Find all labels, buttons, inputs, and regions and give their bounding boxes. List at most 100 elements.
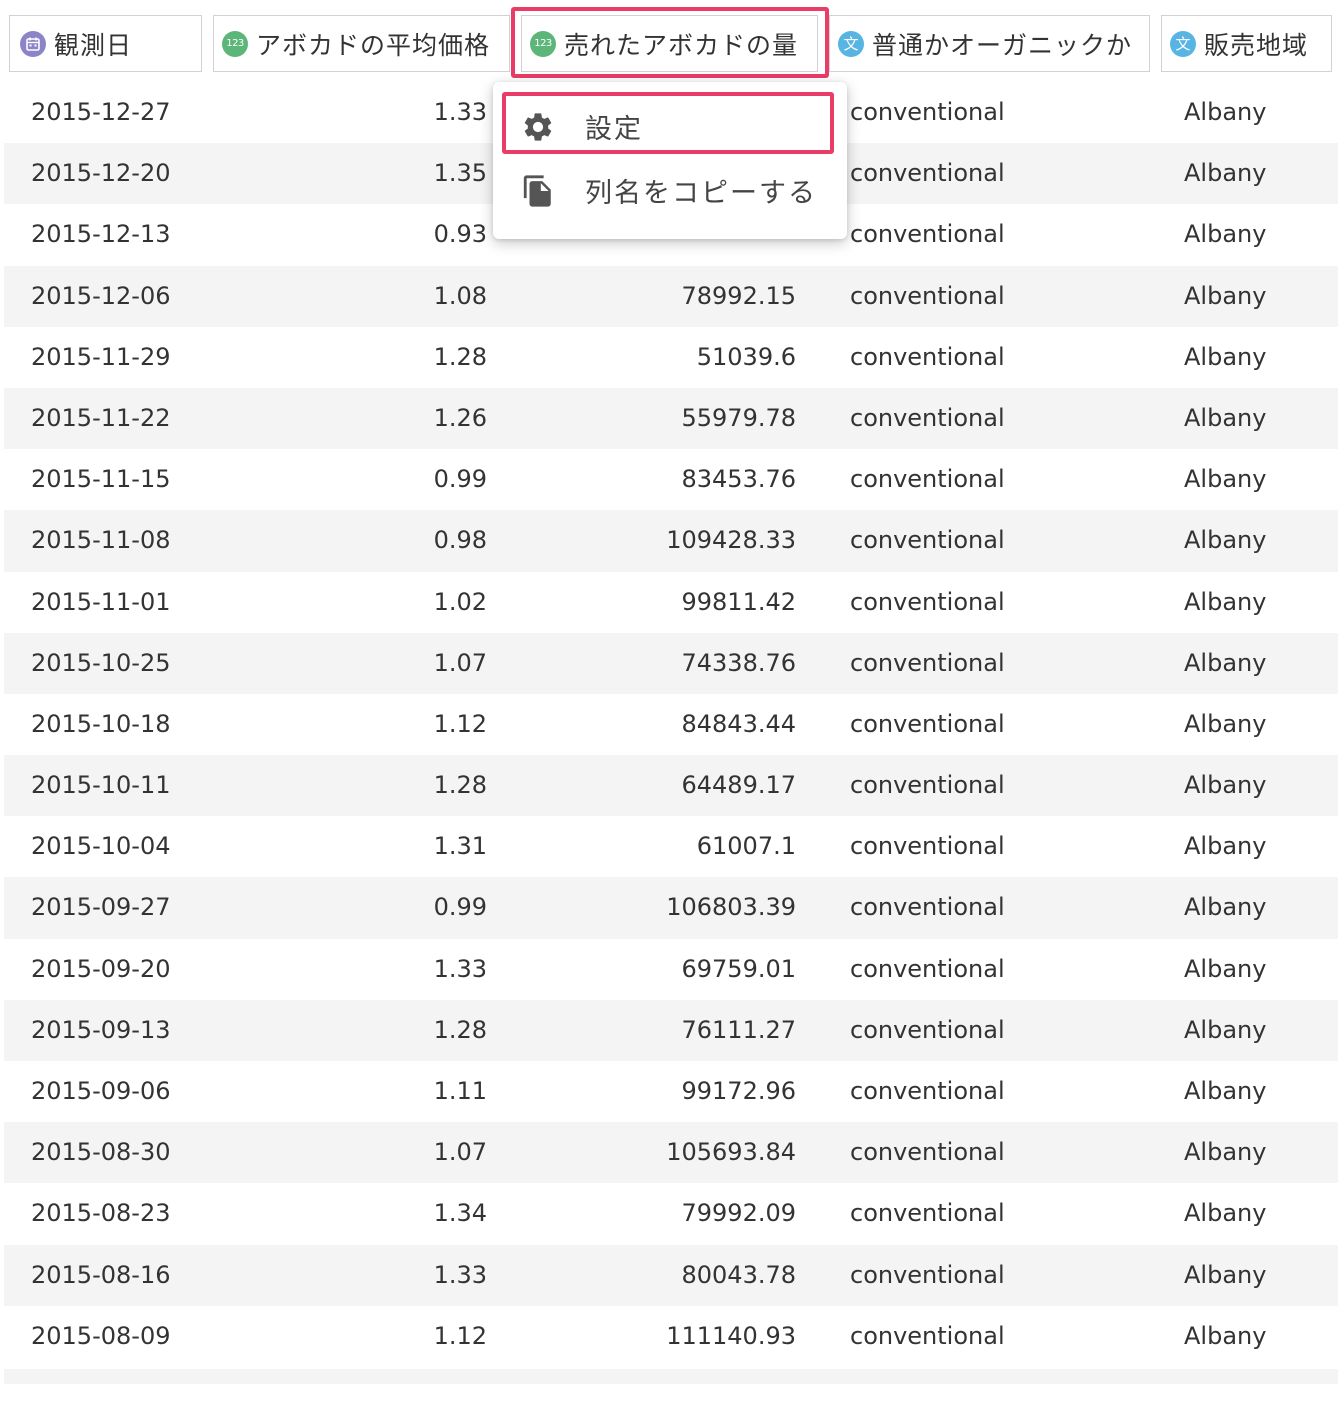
cell-type: conventional xyxy=(850,1015,1005,1044)
cell-date: 2015-09-27 xyxy=(31,893,171,922)
cell-date: 2015-08-23 xyxy=(31,1199,171,1228)
cell-avg-price: 1.28 xyxy=(433,1015,487,1044)
cell-avg-price: 0.99 xyxy=(433,465,487,494)
cell-date: 2015-12-27 xyxy=(31,98,171,126)
cell-region: Albany xyxy=(1184,648,1267,677)
cell-type: conventional xyxy=(850,648,1005,677)
table-row[interactable]: 2015-09-13 1.28 76111.27 conventional Albany xyxy=(0,999,1344,1062)
table-row[interactable]: 2015-08-16 1.33 80043.78 conventional Albany xyxy=(0,1244,1344,1306)
cell-volume: 80043.78 xyxy=(681,1260,796,1289)
table-row[interactable]: 2015-12-06 1.08 78992.15 conventional Albany xyxy=(0,265,1344,327)
cell-region: Albany xyxy=(1184,1015,1267,1044)
cell-region: Albany xyxy=(1184,98,1267,126)
cell-volume: 76111.27 xyxy=(681,1015,796,1044)
cell-type: conventional xyxy=(850,893,1005,922)
column-header-label: 販売地域 xyxy=(1204,30,1309,60)
table-row[interactable]: 2015-09-06 1.11 99172.96 conventional Albany xyxy=(0,1061,1344,1122)
cell-avg-price: 0.98 xyxy=(433,526,487,555)
cell-region: Albany xyxy=(1184,159,1267,188)
cell-type: conventional xyxy=(850,1260,1005,1289)
cell-region: Albany xyxy=(1184,771,1267,800)
cell-volume: 111140.93 xyxy=(666,1321,796,1350)
cell-avg-price: 1.08 xyxy=(433,281,487,310)
table-row[interactable]: 2015-10-04 1.31 61007.1 conventional Albany xyxy=(0,816,1344,877)
cell-avg-price: 1.28 xyxy=(433,342,487,371)
table-row[interactable]: 2015-08-30 1.07 105693.84 conventional Alban… xyxy=(0,1122,1344,1184)
cell-volume: 55979.78 xyxy=(681,403,796,432)
cell-date: 2015-09-13 xyxy=(31,1015,171,1044)
cell-type: conventional xyxy=(850,465,1005,494)
cell-volume: 79992.09 xyxy=(681,1199,796,1228)
cell-avg-price: 1.31 xyxy=(433,832,487,861)
cell-type: conventional xyxy=(850,281,1005,310)
cell-type: conventional xyxy=(850,1199,1005,1228)
table-row[interactable]: 2015-11-01 1.02 99811.42 conventional Albany xyxy=(0,572,1344,633)
table-row[interactable]: 2015-11-15 0.99 83453.76 conventional Albany xyxy=(0,449,1344,510)
cell-region: Albany xyxy=(1184,220,1267,249)
cell-volume: 84843.44 xyxy=(681,709,796,738)
table-row[interactable]: 2015-08-09 1.12 111140.93 conventional Alban… xyxy=(0,1306,1344,1367)
cell-avg-price: 1.35 xyxy=(433,159,487,188)
cell-type: conventional xyxy=(850,98,1005,126)
number-type-icon: 123 xyxy=(222,30,248,57)
cell-region: Albany xyxy=(1184,465,1267,494)
cell-region: Albany xyxy=(1184,954,1267,983)
cell-type: conventional xyxy=(850,1077,1005,1105)
cell-type: conventional xyxy=(850,159,1005,188)
column-header-type[interactable]: 文 普通かオーガニックか xyxy=(829,15,1150,72)
table-row[interactable]: 2015-08-23 1.34 79992.09 conventional Albany xyxy=(0,1183,1344,1244)
cell-date: 2015-08-16 xyxy=(31,1260,171,1289)
column-header-avg-price[interactable]: 123 アボカドの平均価格 xyxy=(213,15,510,72)
cell-avg-price: 1.28 xyxy=(433,771,487,800)
cell-volume: 109428.33 xyxy=(666,526,796,555)
cell-region: Albany xyxy=(1184,1260,1267,1289)
table-row[interactable]: 2015-10-11 1.28 64489.17 conventional Albany xyxy=(0,755,1344,817)
cell-volume: 69759.01 xyxy=(681,954,796,983)
cell-date: 2015-11-08 xyxy=(31,526,171,555)
table-row[interactable]: 2015-10-18 1.12 84843.44 conventional Albany xyxy=(0,694,1344,755)
cell-type: conventional xyxy=(850,771,1005,800)
cell-date: 2015-08-09 xyxy=(31,1321,171,1350)
table-row[interactable]: 2015-10-25 1.07 74338.76 conventional Albany xyxy=(0,632,1344,695)
cell-type: conventional xyxy=(850,342,1005,371)
table-row[interactable]: 2015-11-29 1.28 51039.6 conventional Albany xyxy=(0,327,1344,388)
cell-date: 2015-11-29 xyxy=(31,342,171,371)
cell-region: Albany xyxy=(1184,709,1267,738)
cell-volume: 61007.1 xyxy=(696,832,796,861)
cell-type: conventional xyxy=(850,526,1005,555)
table-row[interactable]: 2015-11-08 0.98 109428.33 conventional Alban… xyxy=(0,510,1344,572)
text-type-icon: 文 xyxy=(838,30,864,57)
cell-region: Albany xyxy=(1184,403,1267,432)
cell-avg-price: 1.33 xyxy=(433,1260,487,1289)
cell-date: 2015-11-15 xyxy=(31,465,171,494)
menu-item-copy-column-name[interactable]: 列名をコピーする xyxy=(503,162,833,218)
cell-region: Albany xyxy=(1184,281,1267,310)
next-row-strip xyxy=(4,1369,1338,1384)
cell-date: 2015-09-20 xyxy=(31,954,171,983)
text-type-icon: 文 xyxy=(1170,30,1196,57)
column-header-label: 観測日 xyxy=(54,30,133,60)
cell-avg-price: 0.99 xyxy=(433,893,487,922)
cell-date: 2015-11-22 xyxy=(31,403,171,432)
table-body: 2015-12-27 1.33 conventional Albany 2015-12-… xyxy=(0,82,1344,1367)
cell-avg-price: 0.93 xyxy=(433,220,487,249)
cell-volume: 51039.6 xyxy=(696,342,796,371)
column-header-region[interactable]: 文 販売地域 xyxy=(1161,15,1332,72)
cell-avg-price: 1.12 xyxy=(433,1321,487,1350)
cell-type: conventional xyxy=(850,587,1005,616)
column-header-date[interactable]: 観測日 xyxy=(9,15,202,72)
cell-type: conventional xyxy=(850,1321,1005,1350)
cell-date: 2015-10-11 xyxy=(31,771,171,800)
table-row[interactable]: 2015-09-20 1.33 69759.01 conventional Albany xyxy=(0,939,1344,1000)
cell-region: Albany xyxy=(1184,832,1267,861)
cell-avg-price: 1.34 xyxy=(433,1199,487,1228)
menu-item-label: 列名をコピーする xyxy=(585,177,817,209)
cell-avg-price: 1.11 xyxy=(433,1077,487,1105)
cell-volume: 83453.76 xyxy=(681,465,796,494)
cell-avg-price: 1.07 xyxy=(433,1138,487,1167)
table-row[interactable]: 2015-11-22 1.26 55979.78 conventional Albany xyxy=(0,387,1344,450)
cell-volume: 64489.17 xyxy=(681,771,796,800)
table-row[interactable]: 2015-09-27 0.99 106803.39 conventional Alban… xyxy=(0,877,1344,939)
cell-region: Albany xyxy=(1184,1077,1267,1105)
cell-date: 2015-12-20 xyxy=(31,159,171,188)
